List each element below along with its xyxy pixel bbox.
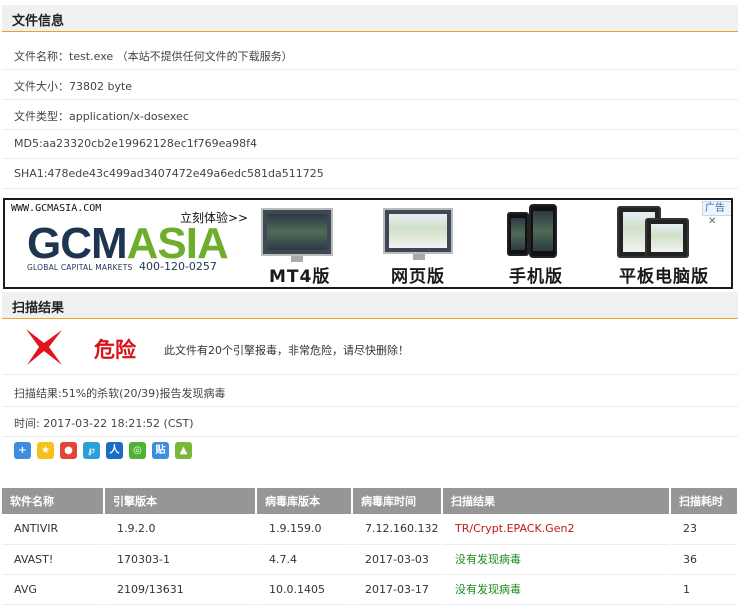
ad-product-tablet: 平板电脑版 bbox=[619, 267, 709, 287]
scan-result-heading: 扫描结果 bbox=[2, 292, 738, 319]
danger-level: 危险 bbox=[94, 338, 136, 362]
ad-logo-gcm: GCM bbox=[27, 219, 128, 268]
ad-tag[interactable]: 广告 ✕ bbox=[702, 201, 731, 227]
file-name-label: 文件名称： bbox=[14, 50, 69, 63]
plus-share-icon[interactable]: + bbox=[14, 442, 31, 459]
col-engine-version: 引擎版本 bbox=[104, 488, 257, 514]
scan-time-row: 时间: 2017-03-22 18:21:52 (CST) bbox=[2, 407, 738, 437]
cell-db-time: 7.12.160.132 bbox=[352, 514, 443, 545]
file-name-value: test.exe bbox=[69, 50, 114, 63]
ad-banner[interactable]: WWW.GCMASIA.COM 立刻体验>> GCMASIA GLOBAL CA… bbox=[3, 198, 733, 289]
scan-results-table: 软件名称 引擎版本 病毒库版本 病毒库时间 扫描结果 扫描耗时 ANTIVIR … bbox=[2, 488, 739, 605]
file-name-note: （本站不提供任何文件的下载服务） bbox=[116, 50, 293, 63]
renren-icon[interactable]: 人 bbox=[106, 442, 123, 459]
phone-icon bbox=[507, 212, 529, 256]
ad-subtitle: GLOBAL CAPITAL MARKETS bbox=[27, 263, 133, 272]
tablet-icon-front bbox=[645, 218, 689, 258]
table-row: AVG 2109/13631 10.0.1405 2017-03-17 没有发现… bbox=[2, 574, 739, 605]
md5-row: MD5:aa23320cb2e19962128ec1f769ea98f4 bbox=[2, 129, 738, 159]
cell-scan-result: 没有发现病毒 bbox=[442, 544, 671, 575]
weibo-icon[interactable]: ● bbox=[60, 442, 77, 459]
danger-row: 危险 此文件有20个引擎报毒，非常危险，请尽快删除！ bbox=[2, 317, 738, 375]
cell-engine-version: 1.9.2.0 bbox=[104, 514, 257, 545]
cell-db-time: 2017-03-03 bbox=[352, 544, 443, 575]
table-row: AVAST! 170303-1 4.7.4 2017-03-03 没有发现病毒 … bbox=[2, 544, 739, 575]
cell-engine-name: AVAST! bbox=[2, 544, 105, 575]
share-bar: + ★ ● ℘ 人 ◎ 贴 ▲ bbox=[14, 442, 192, 462]
col-db-version: 病毒库版本 bbox=[256, 488, 353, 514]
phone-icon-large bbox=[529, 204, 557, 258]
file-size-row: 文件大小：73802 byte bbox=[2, 70, 738, 100]
sha1-label: SHA1: bbox=[14, 167, 48, 180]
monitor-icon bbox=[261, 208, 333, 256]
cell-scan-result: 没有发现病毒 bbox=[442, 574, 671, 605]
cell-scan-duration: 1 bbox=[670, 574, 739, 605]
file-size-label: 文件大小： bbox=[14, 80, 69, 93]
ad-url: WWW.GCMASIA.COM bbox=[11, 203, 102, 214]
scan-time: 时间: 2017-03-22 18:21:52 (CST) bbox=[14, 417, 194, 430]
table-row: ANTIVIR 1.9.2.0 1.9.159.0 7.12.160.132 T… bbox=[2, 514, 739, 545]
cell-scan-duration: 36 bbox=[670, 544, 739, 575]
col-db-time: 病毒库时间 bbox=[352, 488, 443, 514]
ad-product-web: 网页版 bbox=[391, 267, 445, 287]
md5-label: MD5: bbox=[14, 137, 43, 150]
cell-engine-name: AVG bbox=[2, 574, 105, 605]
file-name-row: 文件名称：test.exe （本站不提供任何文件的下载服务） bbox=[2, 40, 738, 70]
cell-engine-version: 2109/13631 bbox=[104, 574, 257, 605]
cell-scan-duration: 23 bbox=[670, 514, 739, 545]
cell-db-version: 1.9.159.0 bbox=[256, 514, 353, 545]
pengyou-icon[interactable]: ▲ bbox=[175, 442, 192, 459]
cell-db-version: 10.0.1405 bbox=[256, 574, 353, 605]
cell-engine-name: ANTIVIR bbox=[2, 514, 105, 545]
table-header-row: 软件名称 引擎版本 病毒库版本 病毒库时间 扫描结果 扫描耗时 bbox=[2, 488, 739, 514]
col-scan-duration: 扫描耗时 bbox=[670, 488, 739, 514]
col-scan-result: 扫描结果 bbox=[442, 488, 671, 514]
tieba-icon[interactable]: 贴 bbox=[152, 442, 169, 459]
file-type-value: application/x-dosexec bbox=[69, 110, 189, 123]
danger-message: 此文件有20个引擎报毒，非常危险，请尽快删除！ bbox=[164, 344, 409, 357]
file-type-label: 文件类型： bbox=[14, 110, 69, 123]
close-icon[interactable]: ✕ bbox=[708, 216, 716, 227]
web-monitor-icon bbox=[383, 208, 453, 254]
file-size-value: 73802 byte bbox=[69, 80, 133, 93]
cell-db-version: 4.7.4 bbox=[256, 544, 353, 575]
scan-summary: 扫描结果:51%的杀软(20/39)报告发现病毒 bbox=[14, 387, 226, 400]
sha1-value: 478ede43c499ad3407472e49a6edc581da511725 bbox=[47, 167, 324, 180]
cell-scan-result: TR/Crypt.EPACK.Gen2 bbox=[442, 514, 671, 545]
qzone-icon[interactable]: ★ bbox=[37, 442, 54, 459]
sha1-row: SHA1:478ede43c499ad3407472e49a6edc581da5… bbox=[2, 159, 738, 189]
file-info-heading: 文件信息 bbox=[2, 5, 738, 32]
ad-tag-label: 广告 bbox=[705, 203, 725, 214]
ad-product-mobile: 手机版 bbox=[509, 267, 563, 287]
cell-engine-version: 170303-1 bbox=[104, 544, 257, 575]
tencent-weibo-icon[interactable]: ℘ bbox=[83, 442, 100, 459]
web-monitor-stand-icon bbox=[413, 254, 425, 260]
col-engine-name: 软件名称 bbox=[2, 488, 105, 514]
ad-phone: 400-120-0257 bbox=[139, 260, 217, 273]
ad-product-mt4: MT4版 bbox=[269, 267, 331, 287]
file-type-row: 文件类型：application/x-dosexec bbox=[2, 100, 738, 130]
scan-summary-row: 扫描结果:51%的杀软(20/39)报告发现病毒 bbox=[2, 377, 738, 407]
cell-db-time: 2017-03-17 bbox=[352, 574, 443, 605]
md5-value: aa23320cb2e19962128ec1f769ea98f4 bbox=[42, 137, 257, 150]
wechat-icon[interactable]: ◎ bbox=[129, 442, 146, 459]
danger-x-icon bbox=[26, 329, 62, 365]
